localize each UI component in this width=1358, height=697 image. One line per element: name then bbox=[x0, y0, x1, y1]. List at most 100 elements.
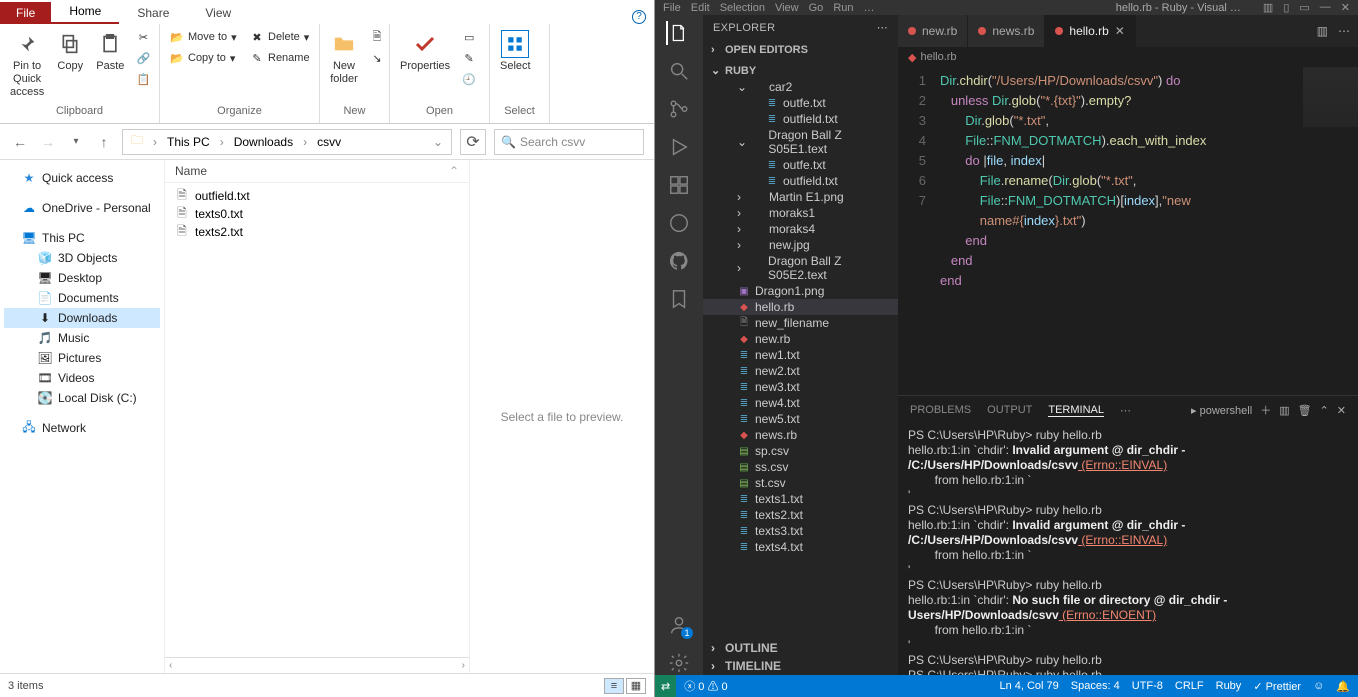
details-view-button[interactable]: ≡ bbox=[604, 678, 624, 694]
up-button[interactable]: ↑ bbox=[94, 132, 114, 152]
errors-indicator[interactable]: ⓧ 0 ⚠ 0 bbox=[684, 678, 727, 694]
crumb-downloads[interactable]: Downloads bbox=[230, 135, 297, 149]
tree-item[interactable]: ◆news.rb bbox=[703, 427, 898, 443]
extensions-icon[interactable] bbox=[667, 173, 691, 197]
remote-icon[interactable] bbox=[667, 211, 691, 235]
tree-item[interactable]: ≣outfield.txt bbox=[703, 173, 898, 189]
nav-downloads[interactable]: ⬇Downloads bbox=[4, 308, 160, 328]
menu-…[interactable]: … bbox=[864, 2, 875, 14]
crumb-csvv[interactable]: csvv bbox=[313, 135, 345, 149]
forward-button[interactable]: → bbox=[38, 132, 58, 152]
tree-item[interactable]: ›moraks4 bbox=[703, 221, 898, 237]
tree-item[interactable]: ⌄Dragon Ball Z S05E1.text bbox=[703, 127, 898, 157]
pin-quick-access-button[interactable]: Pin to Quick access bbox=[6, 28, 48, 102]
breadcrumb-file[interactable]: hello.rb bbox=[920, 51, 956, 63]
tab-problems[interactable]: PROBLEMS bbox=[910, 404, 971, 416]
timeline-section[interactable]: ›TIMELINE bbox=[703, 657, 898, 675]
menu-view[interactable]: View bbox=[775, 2, 799, 14]
nav-network[interactable]: 🖧Network bbox=[4, 418, 160, 438]
nav-local-disk-c-[interactable]: 💽Local Disk (C:) bbox=[4, 388, 160, 408]
bookmark-icon[interactable] bbox=[667, 287, 691, 311]
add-terminal-icon[interactable]: ＋ bbox=[1260, 402, 1271, 418]
feedback-icon[interactable]: ☺ bbox=[1313, 680, 1324, 692]
layout-icon[interactable]: ▥ bbox=[1263, 1, 1273, 14]
history-button[interactable]: 🕘 bbox=[458, 70, 480, 88]
tab-share[interactable]: Share bbox=[119, 2, 187, 24]
account-icon[interactable]: 1 bbox=[667, 613, 691, 637]
tree-item[interactable]: ›Martin E1.png bbox=[703, 189, 898, 205]
back-button[interactable]: ← bbox=[10, 132, 30, 152]
search-input[interactable]: 🔍 Search csvv bbox=[494, 129, 644, 155]
tree-item[interactable]: ≣new2.txt bbox=[703, 363, 898, 379]
language-mode[interactable]: Ruby bbox=[1216, 680, 1242, 692]
more-icon[interactable]: ⋯ bbox=[877, 21, 888, 34]
bell-icon[interactable]: 🔔 bbox=[1336, 680, 1350, 693]
menu-selection[interactable]: Selection bbox=[720, 2, 765, 14]
help-icon[interactable]: ? bbox=[632, 10, 646, 24]
tree-item[interactable]: ◆hello.rb bbox=[703, 299, 898, 315]
tree-item[interactable]: 🗎new_filename bbox=[703, 315, 898, 331]
tree-item[interactable]: ▣Dragon1.png bbox=[703, 283, 898, 299]
source-control-icon[interactable] bbox=[667, 97, 691, 121]
sort-icon[interactable]: ⌃ bbox=[449, 164, 459, 178]
editor-tab[interactable]: news.rb bbox=[968, 15, 1045, 47]
menu-edit[interactable]: Edit bbox=[691, 2, 710, 14]
minimap[interactable] bbox=[1303, 67, 1358, 127]
nav-quick-access[interactable]: ★Quick access bbox=[4, 168, 160, 188]
open-editors-section[interactable]: ›OPEN EDITORS bbox=[703, 42, 898, 58]
terminal-body[interactable]: PS C:\Users\HP\Ruby> ruby hello.rbhello.… bbox=[898, 424, 1358, 675]
tree-item[interactable]: ⌄car2 bbox=[703, 79, 898, 95]
tree-item[interactable]: ≣new4.txt bbox=[703, 395, 898, 411]
eol[interactable]: CRLF bbox=[1175, 680, 1204, 692]
tree-item[interactable]: ≣outfe.txt bbox=[703, 157, 898, 173]
close-icon[interactable]: ✕ bbox=[1341, 1, 1350, 14]
select-button[interactable]: Select bbox=[496, 28, 535, 75]
copy-path-button[interactable]: 🔗 bbox=[132, 49, 154, 67]
crumb-thispc[interactable]: This PC bbox=[163, 135, 214, 149]
layout-icon[interactable]: ▭ bbox=[1299, 1, 1309, 14]
tree-item[interactable]: ≣texts4.txt bbox=[703, 539, 898, 555]
menu-file[interactable]: File bbox=[663, 2, 681, 14]
tree-item[interactable]: ›new.jpg bbox=[703, 237, 898, 253]
column-header[interactable]: Name ⌃ bbox=[165, 160, 469, 183]
paste-shortcut-button[interactable]: 📋 bbox=[132, 70, 154, 88]
edit-button[interactable]: ✎ bbox=[458, 49, 480, 67]
copy-to-button[interactable]: 📂Copy to ▾ bbox=[166, 49, 239, 67]
tab-home[interactable]: Home bbox=[51, 0, 119, 24]
tree-item[interactable]: ≣outfield.txt bbox=[703, 111, 898, 127]
more-icon[interactable]: ⋯ bbox=[1120, 404, 1131, 417]
prettier-status[interactable]: ✓ Prettier bbox=[1253, 680, 1301, 693]
cursor-position[interactable]: Ln 4, Col 79 bbox=[999, 680, 1058, 692]
editor-tab[interactable]: hello.rb✕ bbox=[1045, 15, 1135, 47]
nav-3d-objects[interactable]: 🧊3D Objects bbox=[4, 248, 160, 268]
properties-button[interactable]: Properties bbox=[396, 28, 454, 75]
editor-tab[interactable]: new.rb bbox=[898, 15, 968, 47]
split-terminal-icon[interactable]: ▥ bbox=[1279, 404, 1289, 417]
close-icon[interactable]: ✕ bbox=[1115, 24, 1125, 38]
layout-icon[interactable]: ▯ bbox=[1283, 1, 1289, 14]
easy-access-button[interactable]: ↘ bbox=[366, 49, 388, 67]
tree-item[interactable]: ▤ss.csv bbox=[703, 459, 898, 475]
minimize-icon[interactable]: — bbox=[1320, 1, 1331, 14]
encoding[interactable]: UTF-8 bbox=[1132, 680, 1163, 692]
tab-terminal[interactable]: TERMINAL bbox=[1048, 404, 1104, 417]
copy-button[interactable]: Copy bbox=[52, 28, 88, 75]
h-scrollbar[interactable]: ‹› bbox=[165, 657, 469, 673]
nav-desktop[interactable]: 🖥Desktop bbox=[4, 268, 160, 288]
tree-item[interactable]: ◆new.rb bbox=[703, 331, 898, 347]
breadcrumb[interactable]: 🗀 › This PC› Downloads› csvv ⌄ bbox=[122, 129, 452, 155]
tree-item[interactable]: ▤st.csv bbox=[703, 475, 898, 491]
tab-file[interactable]: File bbox=[0, 2, 51, 24]
file-row[interactable]: 🗎texts0.txt bbox=[165, 205, 469, 223]
tree-item[interactable]: ›moraks1 bbox=[703, 205, 898, 221]
col-name[interactable]: Name bbox=[175, 164, 449, 178]
nav-videos[interactable]: 🎞Videos bbox=[4, 368, 160, 388]
workspace-root[interactable]: ⌄RUBY bbox=[703, 62, 898, 79]
menu-run[interactable]: Run bbox=[833, 2, 853, 14]
new-item-button[interactable]: 🗎 bbox=[366, 28, 388, 46]
tree-item[interactable]: ≣texts2.txt bbox=[703, 507, 898, 523]
tree-item[interactable]: ›Dragon Ball Z S05E2.text bbox=[703, 253, 898, 283]
kill-terminal-icon[interactable]: 🗑 bbox=[1298, 404, 1312, 417]
tab-output[interactable]: OUTPUT bbox=[987, 404, 1032, 416]
shell-label[interactable]: ▸ powershell bbox=[1191, 404, 1252, 417]
